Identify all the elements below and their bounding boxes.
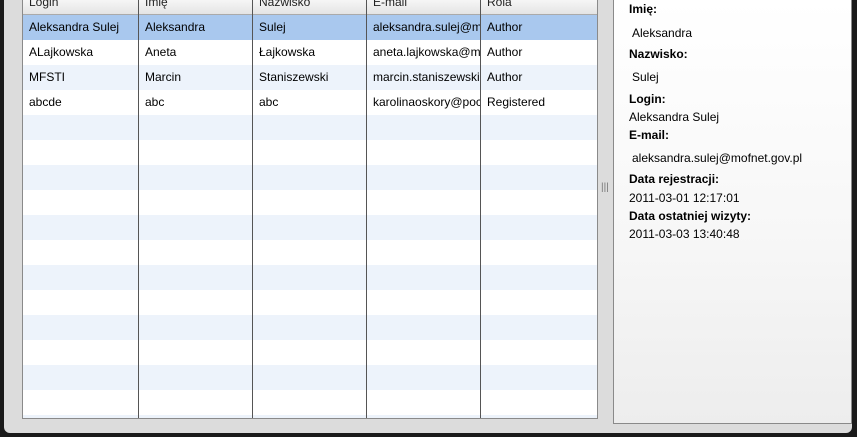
table-row-empty [23, 165, 597, 190]
cell-login: MFSTI [29, 70, 65, 84]
cell-nazwisko: Łajkowska [259, 45, 316, 59]
imie-label: Imię: [629, 2, 658, 16]
email-value: aleksandra.sulej@mofnet.gov.pl [632, 151, 803, 165]
table-header: Login Imię Nazwisko E-mail Rola [23, 0, 597, 15]
table-row-empty [23, 190, 597, 215]
table-row-empty [23, 215, 597, 240]
imie-value: Aleksandra [632, 26, 693, 40]
last-visit-label: Data ostatniej wizyty: [629, 209, 752, 223]
cell-rola: Author [487, 20, 523, 34]
cell-email: karolinaoskory@poczta.fm [373, 95, 480, 109]
column-divider [138, 0, 139, 418]
table-row[interactable]: ALajkowska Aneta Łajkowska aneta.lajkowska@… [23, 40, 597, 65]
column-divider [252, 0, 253, 418]
table-body: Aleksandra Sulej Aleksandra Sulej aleksandr… [23, 15, 597, 418]
cell-imie: abc [145, 95, 165, 109]
column-divider [480, 0, 481, 418]
cell-imie: Marcin [145, 70, 182, 84]
cell-login: Aleksandra Sulej [29, 20, 120, 34]
table-row-empty [23, 140, 597, 165]
cell-rola: Author [487, 45, 523, 59]
table-row-empty [23, 240, 597, 265]
login-label: Login: [629, 92, 666, 106]
cell-login: ALajkowska [29, 45, 94, 59]
users-table: Login Imię Nazwisko E-mail Rola Aleksand… [22, 0, 598, 419]
login-value: Aleksandra Sulej [629, 110, 720, 124]
window-frame: Login Imię Nazwisko E-mail Rola Aleksand… [4, 0, 852, 433]
splitter-handle[interactable]: ||| [601, 180, 609, 196]
user-details-panel: Imię: Aleksandra Nazwisko: Sulej Login: … [613, 0, 852, 424]
last-visit-value: 2011-03-03 13:40:48 [629, 227, 740, 241]
nazwisko-label: Nazwisko: [629, 47, 688, 61]
cell-email: marcin.staniszewski@mofnet.gov.pl [373, 70, 480, 84]
table-row-empty [23, 390, 597, 415]
table-row-empty [23, 315, 597, 340]
table-row[interactable]: abcde abc abc karolinaoskory@poczta.fm Regis… [23, 90, 597, 115]
nazwisko-value: Sulej [632, 70, 659, 84]
cell-imie: Aneta [145, 45, 177, 59]
column-divider [366, 0, 367, 418]
table-row[interactable]: Aleksandra Sulej Aleksandra Sulej aleksandr… [23, 15, 597, 40]
column-header-rola[interactable]: Rola [481, 0, 597, 14]
cell-email: aleksandra.sulej@mofnet.gov.pl [373, 20, 480, 34]
email-label: E-mail: [629, 128, 670, 142]
cell-imie: Aleksandra [145, 20, 206, 34]
column-header-email[interactable]: E-mail [367, 0, 481, 14]
column-header-nazwisko[interactable]: Nazwisko [253, 0, 367, 14]
registration-date-value: 2011-03-01 12:17:01 [629, 191, 740, 205]
table-row-empty [23, 340, 597, 365]
cell-nazwisko: Sulej [259, 20, 286, 34]
cell-login: abcde [29, 95, 62, 109]
table-row[interactable]: MFSTI Marcin Staniszewski marcin.staniszews… [23, 65, 597, 90]
table-row-empty [23, 290, 597, 315]
cell-nazwisko: abc [259, 95, 279, 109]
registration-date-label: Data rejestracji: [629, 172, 720, 186]
table-row-empty [23, 115, 597, 140]
column-header-login[interactable]: Login [23, 0, 139, 14]
column-header-imie[interactable]: Imię [139, 0, 253, 14]
cell-nazwisko: Staniszewski [259, 70, 329, 84]
cell-rola: Author [487, 70, 523, 84]
table-row-empty [23, 265, 597, 290]
table-row-empty [23, 365, 597, 390]
table-row-empty [23, 415, 597, 418]
cell-email: aneta.lajkowska@mofnet.gov.pl [373, 45, 480, 59]
cell-rola: Registered [487, 95, 546, 109]
